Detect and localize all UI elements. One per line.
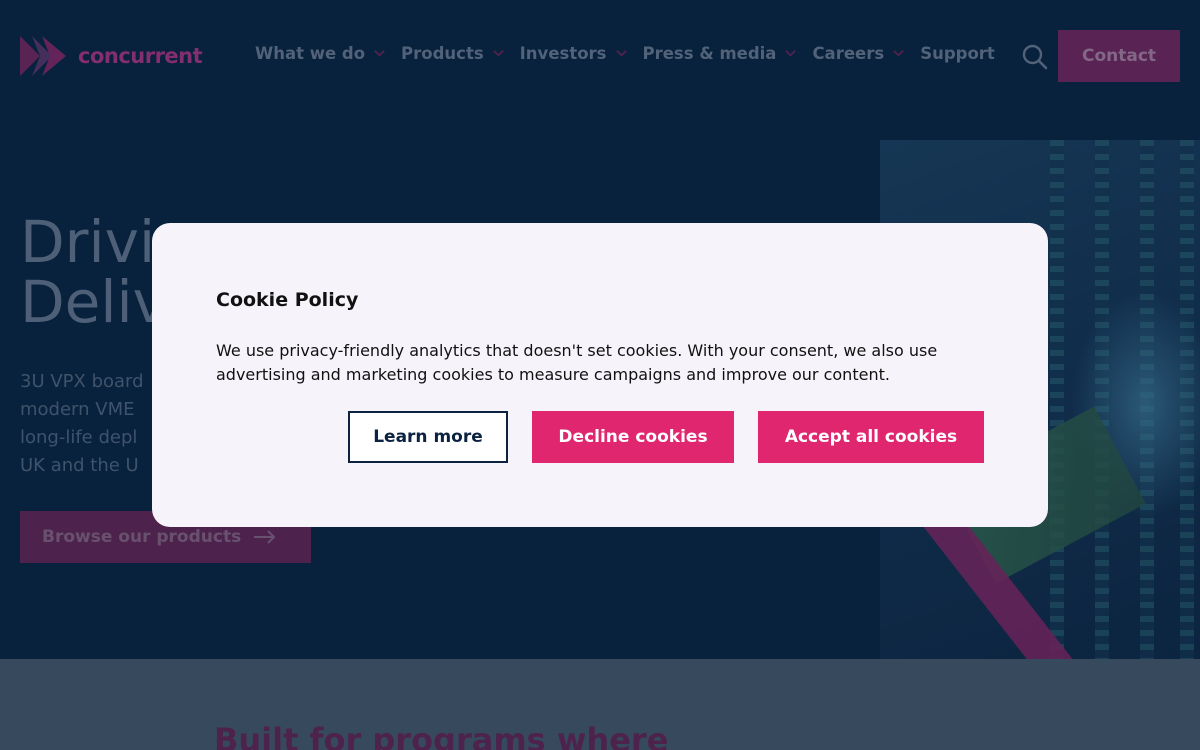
cookie-policy-title: Cookie Policy: [216, 289, 359, 311]
cookie-policy-text: We use privacy-friendly analytics that d…: [216, 341, 938, 384]
accept-all-cookies-button[interactable]: Accept all cookies: [758, 411, 984, 463]
decline-cookies-button[interactable]: Decline cookies: [532, 411, 734, 463]
learn-more-button[interactable]: Learn more: [348, 411, 508, 463]
cookie-policy-dialog: Cookie Policy We use privacy-friendly an…: [152, 223, 1048, 527]
